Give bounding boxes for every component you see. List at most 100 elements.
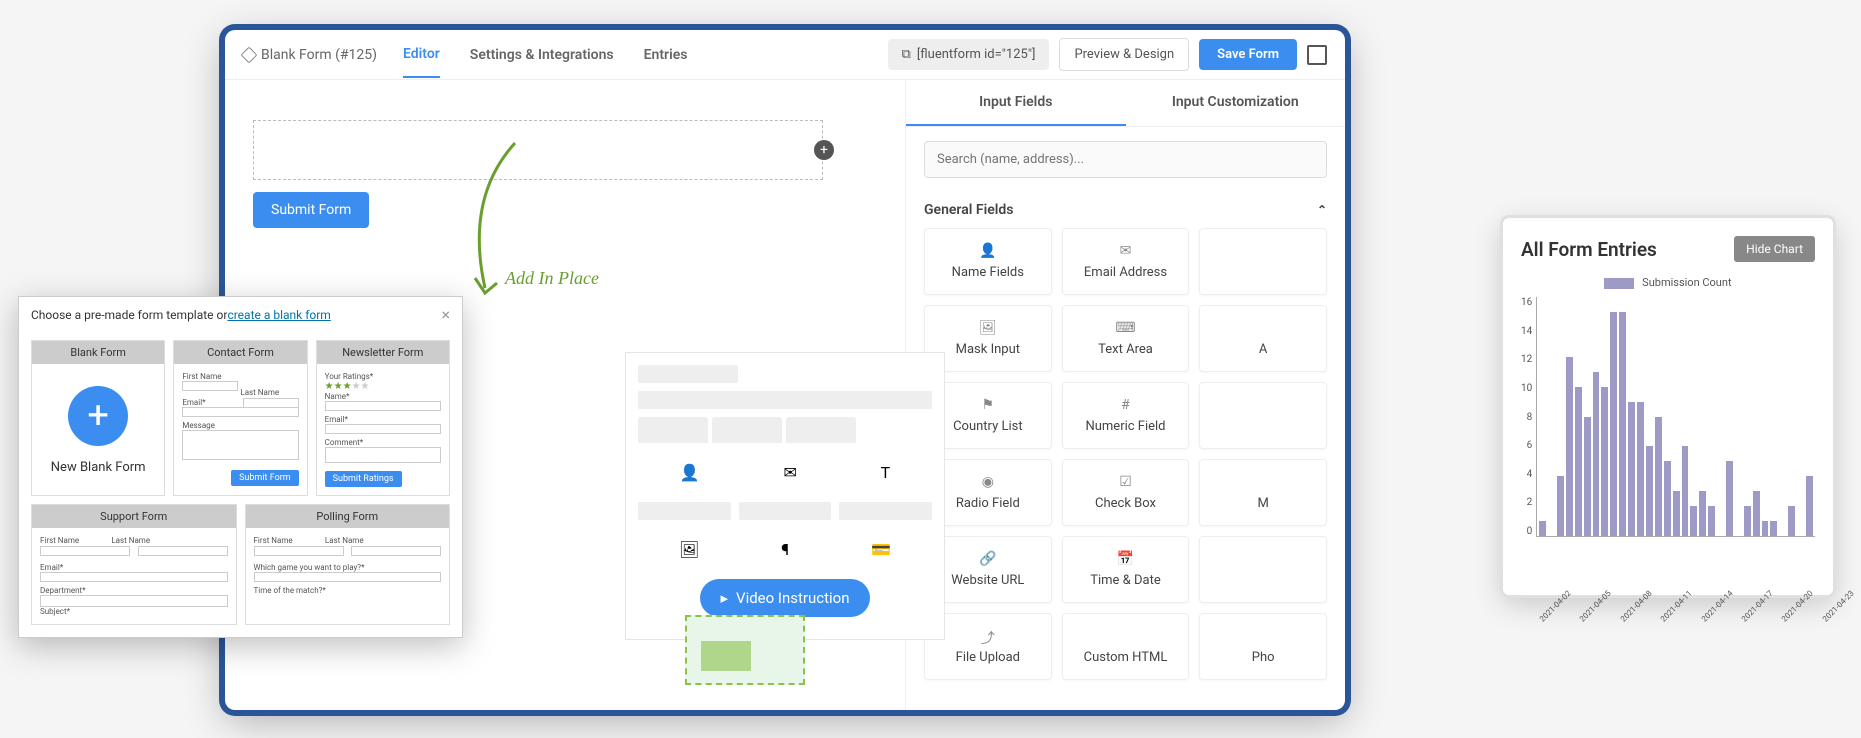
y-axis: 1614121086420 [1521, 297, 1536, 537]
preview-mock: 👤 ✉ T 🖼 ¶ 💳 ▸ Video Instruction [625, 352, 945, 640]
preview-button[interactable]: Preview & Design [1059, 38, 1189, 71]
tab-input-customization[interactable]: Input Customization [1126, 80, 1346, 126]
template-blank[interactable]: Blank Form + New Blank Form [31, 340, 165, 496]
field-icon [1206, 551, 1320, 567]
field-label: File Upload [931, 650, 1045, 665]
chart-bar [1664, 461, 1671, 536]
field-label: Mask Input [931, 342, 1045, 357]
field-icon [1206, 243, 1320, 259]
chart-bar [1655, 417, 1662, 537]
field-label: Check Box [1069, 496, 1183, 511]
chart-bar [1593, 372, 1600, 536]
field-card[interactable]: # Numeric Field [1062, 382, 1190, 449]
text-icon: T [881, 463, 891, 482]
field-label: Name Fields [931, 265, 1045, 280]
template-title: Blank Form [32, 341, 164, 364]
tab-settings[interactable]: Settings & Integrations [470, 33, 614, 77]
tab-entries[interactable]: Entries [644, 33, 688, 77]
field-icon: ⌨ [1069, 320, 1183, 336]
chevron-up-icon: ⌃ [1317, 203, 1327, 217]
field-card[interactable]: 👤 Name Fields [924, 228, 1052, 295]
chart-bar [1726, 461, 1733, 536]
field-label: Radio Field [931, 496, 1045, 511]
template-support[interactable]: Support Form First Name Last Name Email*… [31, 504, 237, 625]
plus-icon: + [68, 386, 128, 446]
template-newsletter[interactable]: Newsletter Form Your Ratings* ★★★★★ Name… [316, 340, 450, 496]
field-label: Numeric Field [1069, 419, 1183, 434]
template-polling[interactable]: Polling Form First Name Last Name Which … [245, 504, 451, 625]
field-label: Pho [1206, 650, 1320, 665]
field-card[interactable]: ✉Email Address [1062, 228, 1190, 295]
card-icon: 💳 [871, 540, 891, 559]
paragraph-icon: ¶ [781, 540, 789, 559]
field-icon [1206, 474, 1320, 490]
template-contact[interactable]: Contact Form First Name Last Name Email*… [173, 340, 307, 496]
search-input[interactable] [924, 141, 1327, 178]
section-general-fields[interactable]: General Fields ⌃ [906, 192, 1345, 228]
field-label: A [1206, 342, 1320, 357]
user-icon: 👤 [680, 463, 700, 482]
field-label: Website URL [931, 573, 1045, 588]
legend-swatch [1604, 278, 1634, 289]
video-instruction-button[interactable]: ▸ Video Instruction [700, 579, 869, 617]
template-title: Polling Form [246, 505, 450, 528]
field-card[interactable]: ☑Check Box [1062, 459, 1190, 526]
tab-editor[interactable]: Editor [403, 32, 440, 78]
chart-bar [1619, 312, 1626, 536]
field-card[interactable]: A [1199, 305, 1327, 372]
add-field-button[interactable]: + [814, 140, 834, 160]
field-card[interactable]: Pho [1199, 613, 1327, 680]
field-icon: ✉ [1069, 243, 1183, 259]
field-icon: 🖼 [931, 320, 1045, 336]
field-card[interactable] [1199, 228, 1327, 295]
field-card[interactable] [1199, 536, 1327, 603]
chart-bar [1708, 506, 1715, 536]
fields-sidebar: Input Fields Input Customization General… [905, 80, 1345, 710]
field-icon [1206, 397, 1320, 413]
chart-legend: Submission Count [1521, 276, 1815, 289]
chart-bar [1788, 506, 1795, 536]
form-name-text: Blank Form (#125) [261, 47, 377, 63]
field-icon: # [1069, 397, 1183, 413]
field-card[interactable] [1199, 382, 1327, 449]
blank-label: New Blank Form [40, 460, 156, 475]
form-name[interactable]: Blank Form (#125) [243, 47, 377, 63]
field-card[interactable]: M [1199, 459, 1327, 526]
create-blank-link[interactable]: create a blank form [227, 308, 330, 322]
play-icon: ▸ [720, 589, 728, 607]
chart-bar [1753, 491, 1760, 536]
field-card[interactable]: Custom HTML [1062, 613, 1190, 680]
template-title: Contact Form [174, 341, 306, 364]
chart-bar [1744, 506, 1751, 536]
save-button[interactable]: Save Form [1199, 39, 1297, 70]
field-icon: ◉ [931, 474, 1045, 490]
field-icon: 👤 [931, 243, 1045, 259]
field-label: Country List [931, 419, 1045, 434]
modal-prompt: Choose a pre-made form template or [31, 308, 227, 322]
hide-chart-button[interactable]: Hide Chart [1734, 236, 1815, 262]
template-title: Newsletter Form [317, 341, 449, 364]
tpl-submit: Submit Ratings [325, 471, 402, 487]
chart-bar [1690, 506, 1697, 536]
image-icon: 🖼 [679, 540, 699, 559]
field-icon: ⤴ [931, 628, 1045, 644]
topbar: Blank Form (#125) Editor Settings & Inte… [225, 30, 1345, 80]
tab-input-fields[interactable]: Input Fields [906, 80, 1126, 126]
chart-bar [1762, 521, 1769, 536]
field-card[interactable]: 📅Time & Date [1062, 536, 1190, 603]
chart-plot [1536, 297, 1815, 537]
chart-bar [1637, 402, 1644, 536]
chart-bar [1699, 491, 1706, 536]
chart-panel: All Form Entries Hide Chart Submission C… [1503, 218, 1833, 595]
chart-bar [1539, 521, 1546, 536]
field-icon: ⚑ [931, 397, 1045, 413]
close-icon[interactable]: × [441, 305, 450, 324]
chart-title: All Form Entries [1521, 238, 1657, 261]
shortcode-box[interactable]: ⧉ [fluentform id="125"] [888, 39, 1050, 70]
field-card[interactable]: ⌨Text Area [1062, 305, 1190, 372]
tpl-submit: Submit Form [231, 470, 299, 486]
fullscreen-icon[interactable] [1307, 45, 1327, 65]
chart-bar [1806, 476, 1813, 536]
field-icon: 🔗 [931, 551, 1045, 567]
submit-form-button[interactable]: Submit Form [253, 192, 369, 228]
